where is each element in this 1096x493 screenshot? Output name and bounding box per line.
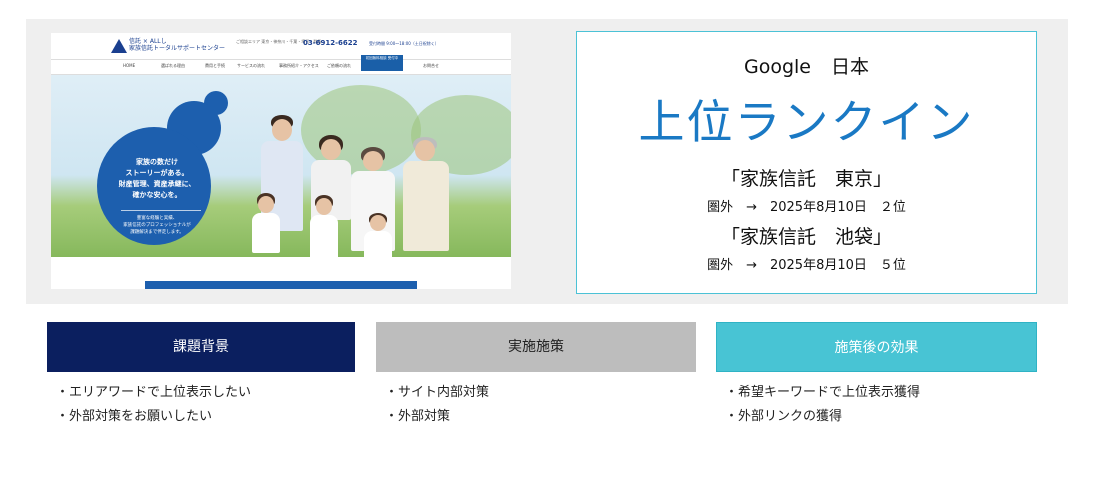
logo-icon	[111, 39, 127, 53]
keyword-2: 「家族信託 池袋」	[720, 226, 892, 248]
logo-line1: 信託 × ALLし	[129, 38, 167, 45]
column-header-results: 施策後の効果	[716, 322, 1037, 372]
list-item: ・外部対策	[385, 409, 451, 424]
list-item: ・外部対策をお願いしたい	[56, 409, 213, 424]
ranking-headline: 上位ランクイン	[638, 95, 975, 149]
search-engine-name: Google	[743, 56, 811, 78]
nav-item-request[interactable]: ご依頼の流れ	[327, 63, 351, 69]
nav-item-flow[interactable]: サービスの流れ	[237, 63, 265, 69]
site-bottom-bar	[145, 281, 417, 289]
nav-item-home[interactable]: HOME	[123, 63, 135, 68]
nav-item-contact[interactable]: お問合せ	[423, 63, 439, 69]
site-logo[interactable]: 信託 × ALLし 家族信託トータルサポートセンター	[129, 38, 225, 52]
hero-catchcopy: 家族の数だけ ストーリーがある。 財産管理、資産承継に、 確かな安心を。	[118, 158, 196, 199]
nav-item-fees[interactable]: 費用と手続	[205, 63, 225, 69]
search-engine-label: Google 日本	[577, 52, 1036, 79]
hero-subcopy: 豊富な経験と実績、 家族信託のプロフェッショナルが 課題解決まで伴走します。	[123, 216, 191, 235]
ranking-panel: Google 日本 上位ランクイン 「家族信託 東京」 圏外 → 2025年8月1…	[576, 31, 1037, 294]
nav-cta-button[interactable]: 初回無料相談 受付中	[361, 55, 403, 71]
nav-item-reasons[interactable]: 選ばれる理由	[161, 63, 185, 69]
list-item: ・サイト内部対策	[385, 385, 490, 400]
site-header: 信託 × ALLし 家族信託トータルサポートセンター ご相談エリア 東京・神奈川…	[51, 33, 511, 59]
header-phone[interactable]: 03-6912-6622	[303, 39, 358, 47]
list-item: ・エリアワードで上位表示したい	[56, 385, 252, 400]
search-region: 日本	[831, 56, 870, 78]
keyword-1: 「家族信託 東京」	[720, 168, 892, 190]
website-screenshot: 信託 × ALLし 家族信託トータルサポートセンター ご相談エリア 東京・神奈川…	[51, 33, 511, 289]
column-header-background: 課題背景	[47, 322, 355, 372]
header-hours: 受付時間 9:00～18:00（土日祝除く）	[369, 41, 439, 46]
list-item: ・外部リンクの獲得	[725, 409, 843, 424]
keyword-2-result: 圏外 → 2025年8月10日 ５位	[707, 258, 906, 273]
site-nav: HOME 選ばれる理由 費用と手続 サービスの流れ 事務所紹介・アクセス ご依頼…	[51, 59, 511, 75]
list-item: ・希望キーワードで上位表示獲得	[725, 385, 921, 400]
column-header-measures: 実施施策	[376, 322, 696, 372]
logo-line2: 家族信託トータルサポートセンター	[129, 45, 226, 52]
keyword-1-result: 圏外 → 2025年8月10日 ２位	[707, 200, 906, 215]
hero-divider	[121, 210, 201, 211]
nav-item-office[interactable]: 事務所紹介・アクセス	[279, 63, 319, 69]
